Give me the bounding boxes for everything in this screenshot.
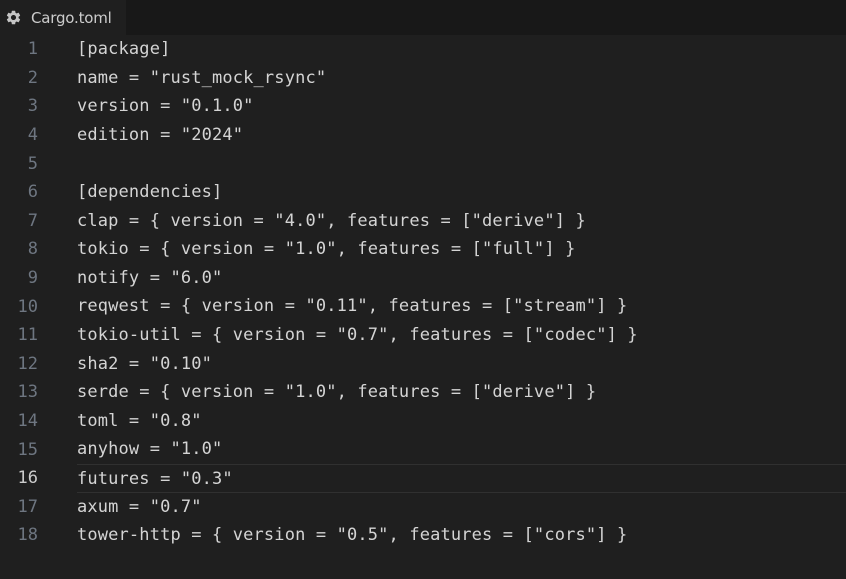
- code-line[interactable]: 9 notify = "6.0": [0, 264, 846, 293]
- code-line[interactable]: 13 serde = { version = "1.0", features = …: [0, 378, 846, 407]
- tab-cargo-toml[interactable]: Cargo.toml: [0, 0, 126, 35]
- line-text[interactable]: tokio-util = { version = "0.7", features…: [77, 321, 846, 350]
- line-text[interactable]: futures = "0.3": [77, 464, 846, 493]
- line-text[interactable]: name = "rust_mock_rsync": [77, 64, 846, 93]
- code-line[interactable]: 16 futures = "0.3": [0, 464, 846, 493]
- line-text[interactable]: anyhow = "1.0": [77, 435, 846, 464]
- line-number: 2: [27, 67, 38, 88]
- code-line[interactable]: 5: [0, 149, 846, 178]
- line-number: 13: [17, 382, 38, 403]
- line-number: 3: [27, 96, 38, 117]
- line-number: 5: [27, 153, 38, 174]
- code-line[interactable]: 12 sha2 = "0.10": [0, 350, 846, 379]
- line-number: 6: [27, 182, 38, 203]
- code-line[interactable]: 11 tokio-util = { version = "0.7", featur…: [0, 321, 846, 350]
- line-text[interactable]: notify = "6.0": [77, 264, 846, 293]
- code-line[interactable]: 7 clap = { version = "4.0", features = ["…: [0, 207, 846, 236]
- editor-window: Cargo.toml 1 [package] 2 name = "rust_mock_…: [0, 0, 846, 579]
- line-number: 1: [27, 39, 38, 60]
- code-line[interactable]: 6 [dependencies]: [0, 178, 846, 207]
- line-number: 4: [27, 125, 38, 146]
- gear-icon: [5, 9, 22, 26]
- line-number: 12: [17, 353, 38, 374]
- line-number: 16: [17, 468, 38, 489]
- code-line[interactable]: 1 [package]: [0, 35, 846, 64]
- line-text[interactable]: version = "0.1.0": [77, 92, 846, 121]
- code-editor[interactable]: 1 [package] 2 name = "rust_mock_rsync" 3 vers…: [0, 35, 846, 579]
- code-line[interactable]: 2 name = "rust_mock_rsync": [0, 64, 846, 93]
- line-number: 10: [17, 296, 38, 317]
- line-text[interactable]: [dependencies]: [77, 178, 846, 207]
- line-number: 17: [17, 496, 38, 517]
- line-number: 14: [17, 411, 38, 432]
- code-line[interactable]: 15 anyhow = "1.0": [0, 435, 846, 464]
- line-number: 18: [17, 525, 38, 546]
- line-text[interactable]: tower-http = { version = "0.5", features…: [77, 521, 846, 550]
- line-text[interactable]: clap = { version = "4.0", features = ["d…: [77, 207, 846, 236]
- code-line[interactable]: 18 tower-http = { version = "0.5", featur…: [0, 521, 846, 550]
- code-line[interactable]: 14 toml = "0.8": [0, 407, 846, 436]
- line-text[interactable]: axum = "0.7": [77, 493, 846, 522]
- line-text[interactable]: toml = "0.8": [77, 407, 846, 436]
- line-text[interactable]: tokio = { version = "1.0", features = ["…: [77, 235, 846, 264]
- code-line[interactable]: 10 reqwest = { version = "0.11", features…: [0, 292, 846, 321]
- code-line[interactable]: 4 edition = "2024": [0, 121, 846, 150]
- line-number: 11: [17, 325, 38, 346]
- line-text[interactable]: [package]: [77, 35, 846, 64]
- code-line[interactable]: 17 axum = "0.7": [0, 493, 846, 522]
- line-number: 7: [27, 210, 38, 231]
- tab-bar: Cargo.toml: [0, 0, 846, 35]
- code-line[interactable]: 8 tokio = { version = "1.0", features = […: [0, 235, 846, 264]
- line-number: 9: [27, 268, 38, 289]
- line-text[interactable]: serde = { version = "1.0", features = ["…: [77, 378, 846, 407]
- line-text[interactable]: sha2 = "0.10": [77, 350, 846, 379]
- line-text[interactable]: [77, 149, 846, 178]
- line-text[interactable]: reqwest = { version = "0.11", features =…: [77, 292, 846, 321]
- line-text[interactable]: edition = "2024": [77, 121, 846, 150]
- tab-title: Cargo.toml: [31, 8, 112, 27]
- code-line[interactable]: 3 version = "0.1.0": [0, 92, 846, 121]
- line-number: 8: [27, 239, 38, 260]
- line-number: 15: [17, 439, 38, 460]
